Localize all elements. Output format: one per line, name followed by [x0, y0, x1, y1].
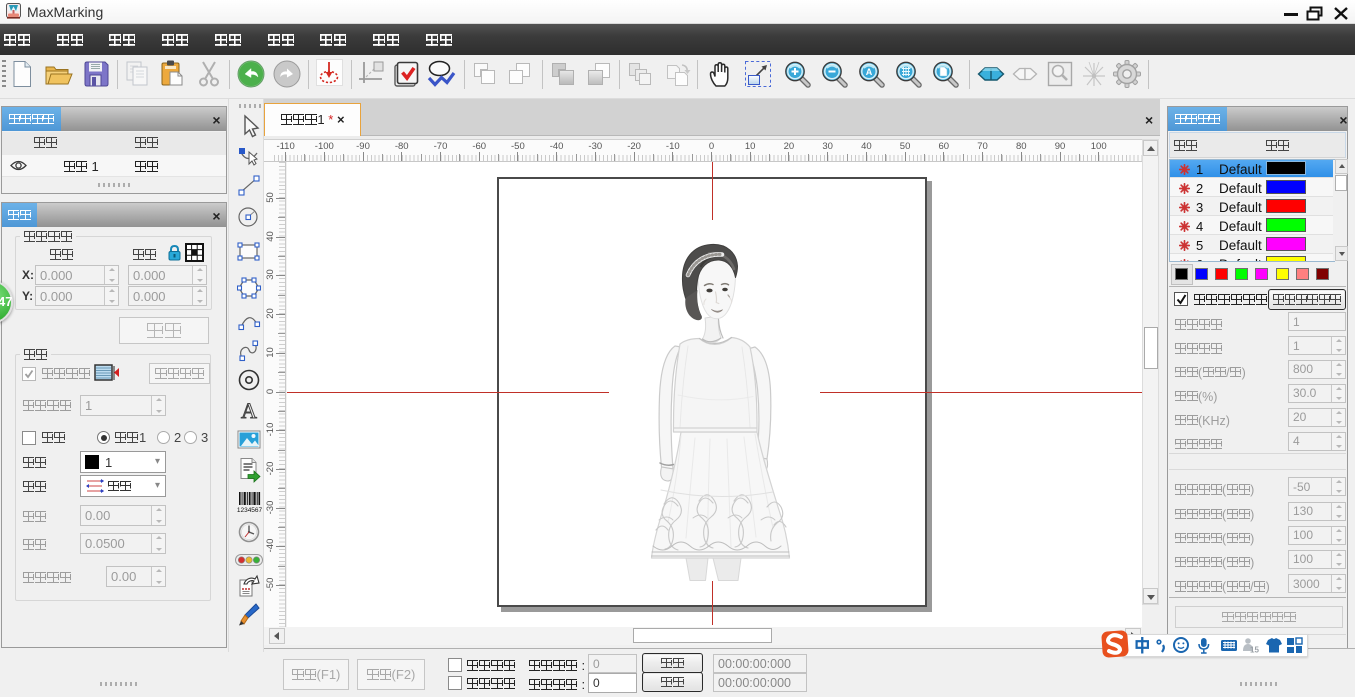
svg-text:1234567: 1234567	[237, 507, 262, 514]
svg-text:A: A	[241, 398, 257, 423]
svg-text:A: A	[866, 67, 873, 77]
svg-text:15: 15	[1250, 646, 1259, 655]
